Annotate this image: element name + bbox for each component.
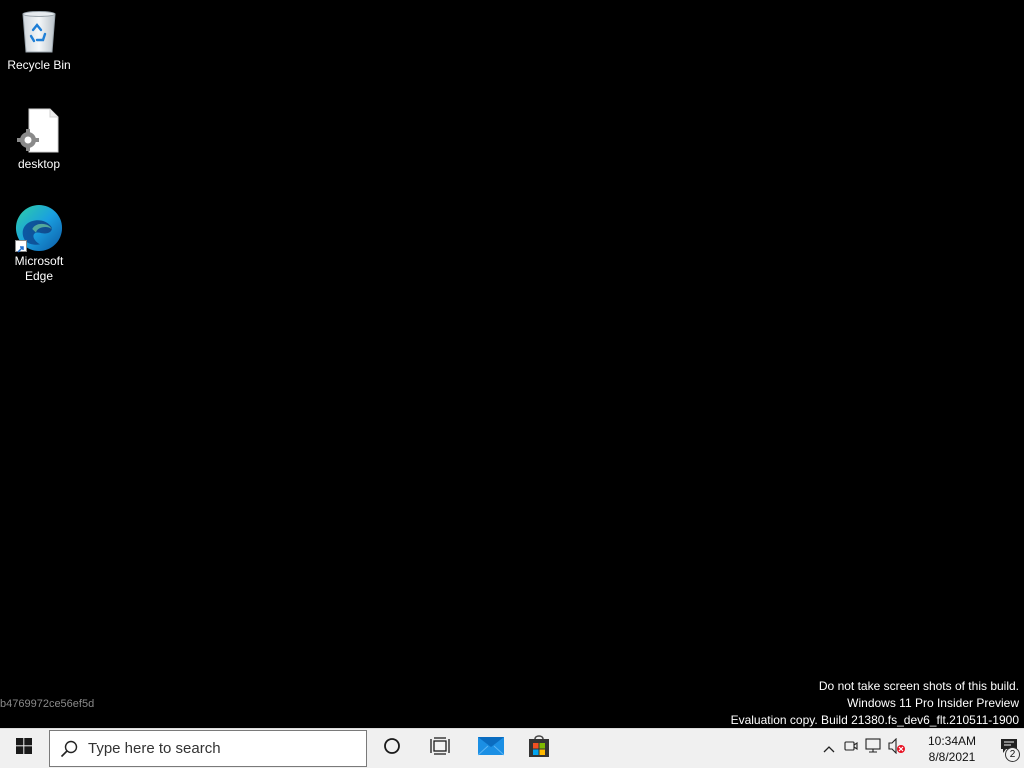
clock-button[interactable]: 10:34AM 8/8/2021 — [912, 729, 992, 768]
clock-date: 8/8/2021 — [928, 749, 976, 764]
meet-now-button[interactable] — [841, 729, 861, 768]
desktop-background: Recycle Bin desktop Microsoft Edge b4769… — [0, 0, 1024, 728]
recycle-bin-icon — [15, 8, 63, 56]
desktop-icon-recycle-bin[interactable]: Recycle Bin — [1, 8, 77, 73]
mail-icon — [477, 735, 505, 762]
volume-button[interactable] — [886, 729, 908, 768]
chevron-up-icon — [823, 740, 835, 758]
desktop-icon-label: Recycle Bin — [7, 58, 71, 72]
start-button[interactable] — [0, 729, 48, 768]
taskbar: Type here to search 10:34AM 8/8/2021 2 — [0, 728, 1024, 768]
search-input[interactable]: Type here to search — [49, 730, 367, 767]
watermark-line: Evaluation copy. Build 21380.fs_dev6_flt… — [730, 713, 1019, 727]
search-placeholder: Type here to search — [88, 740, 221, 757]
clock-time: 10:34AM — [927, 733, 977, 748]
notification-count-badge: 2 — [1005, 747, 1020, 762]
network-icon — [865, 738, 883, 759]
search-icon — [50, 740, 88, 758]
desktop-icon-label: desktop — [17, 157, 61, 171]
meet-now-icon — [844, 739, 858, 758]
windows-logo-icon — [16, 738, 32, 759]
edge-icon — [15, 204, 63, 253]
cortana-button[interactable] — [372, 729, 412, 768]
evaluation-watermark: Do not take screen shots of this build. … — [731, 678, 1019, 729]
task-view-button[interactable] — [420, 729, 460, 768]
watermark-line: Windows 11 Pro Insider Preview — [847, 696, 1019, 710]
build-hash-text: b4769972ce56ef5d — [0, 698, 95, 710]
store-button[interactable] — [518, 729, 560, 768]
desktop-icon-desktop-ini[interactable]: desktop — [1, 107, 77, 172]
watermark-line: Do not take screen shots of this build. — [818, 679, 1019, 693]
desktop-icon-label: Microsoft Edge — [14, 254, 64, 283]
shortcut-arrow-icon — [15, 240, 27, 253]
mail-button[interactable] — [470, 729, 512, 768]
settings-file-icon — [15, 107, 63, 155]
store-icon — [528, 734, 550, 763]
network-button[interactable] — [863, 729, 885, 768]
show-hidden-icons-button[interactable] — [817, 729, 841, 768]
desktop-icon-microsoft-edge[interactable]: Microsoft Edge — [1, 204, 77, 284]
action-center-button[interactable]: 2 — [994, 729, 1024, 768]
volume-muted-icon — [888, 737, 906, 759]
task-view-icon — [430, 737, 450, 760]
cortana-icon — [383, 737, 401, 760]
